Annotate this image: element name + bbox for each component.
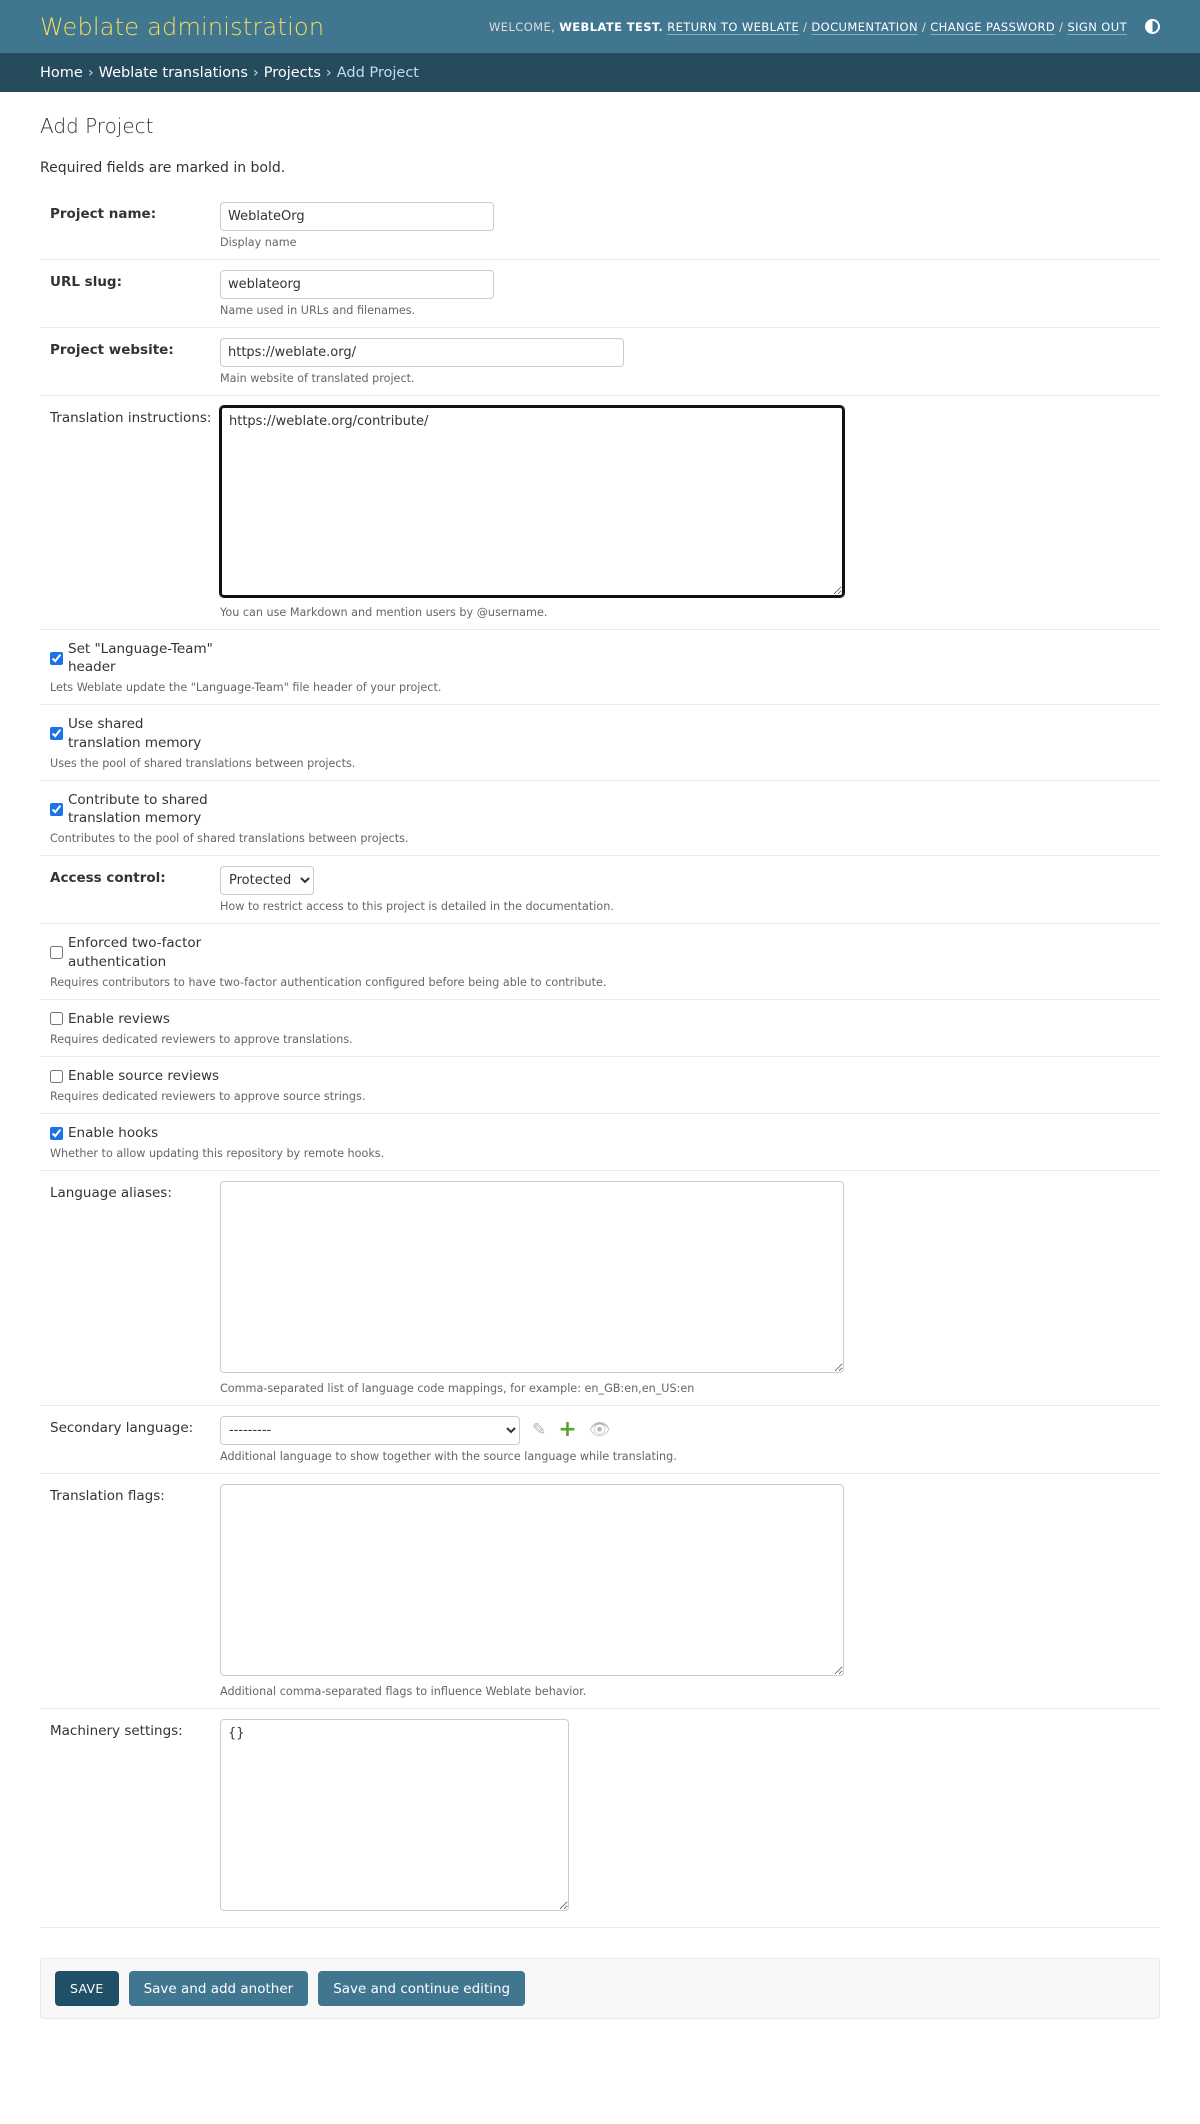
project-name-input[interactable] [220, 202, 494, 231]
form-row-enable-review: Enable reviews Requires dedicated review… [40, 1000, 1160, 1057]
form-row-secondary-language: Secondary language: --------- ✎ + 👁 Addi… [40, 1406, 1160, 1475]
slug-help: Name used in URLs and filenames. [220, 304, 416, 317]
admin-header: Weblate administration WELCOME, WEBLATE … [0, 0, 1200, 53]
pencil-icon[interactable]: ✎ [532, 1421, 546, 1439]
related-widget-actions: ✎ + 👁 [532, 1419, 610, 1441]
breadcrumb-projects[interactable]: Projects [264, 65, 321, 81]
separator: / [921, 19, 927, 34]
form-row-check-flags: Translation flags: Additional comma-sepa… [40, 1474, 1160, 1710]
language-aliases-textarea[interactable] [220, 1181, 844, 1374]
contribute-shared-tm-label: Contribute to shared translation memory [68, 791, 208, 827]
breadcrumb-home[interactable]: Home [40, 65, 83, 81]
instructions-help: You can use Markdown and mention users b… [220, 606, 548, 619]
form-row-access-control: Access control: Protected How to restric… [40, 856, 1160, 925]
set-language-team-help: Lets Weblate update the "Language-Team" … [50, 681, 442, 695]
web-help: Main website of translated project. [220, 372, 415, 385]
use-shared-tm-help: Uses the pool of shared translations bet… [50, 756, 356, 770]
username: WEBLATE TEST. [559, 19, 664, 34]
set-language-team-checkbox[interactable] [50, 651, 63, 665]
language-aliases-help: Comma-separated list of language code ma… [220, 1382, 695, 1396]
machinery-settings-textarea[interactable]: {} [220, 1719, 569, 1912]
url-slug-input[interactable] [220, 270, 494, 299]
enable-hooks-checkbox[interactable] [50, 1126, 63, 1140]
name-help: Display name [220, 236, 297, 249]
enable-hooks-help: Whether to allow updating this repositor… [50, 1147, 385, 1161]
form-row-instructions: Translation instructions: https://weblat… [40, 396, 1160, 630]
enforced-2fa-help: Requires contributors to have two-factor… [50, 975, 607, 989]
name-label: Project name: [50, 206, 157, 222]
breadcrumb: Home › Weblate translations › Projects ›… [0, 53, 1200, 92]
slug-label: URL slug: [50, 274, 122, 290]
theme-toggle-icon[interactable] [1145, 19, 1160, 34]
project-form: Project name: Display name URL slug: Nam… [40, 192, 1160, 1929]
translation-instructions-textarea[interactable]: https://weblate.org/contribute/ [219, 405, 845, 598]
required-note: Required fields are marked in bold. [40, 160, 286, 176]
plus-icon[interactable]: + [558, 1419, 576, 1441]
user-tools: WELCOME, WEBLATE TEST. RETURN TO WEBLATE… [489, 19, 1160, 34]
save-button[interactable]: SAVE [55, 1971, 119, 2007]
change-password-link[interactable]: CHANGE PASSWORD [930, 20, 1055, 34]
welcome-text: WELCOME, [489, 19, 556, 34]
form-row-contribute-shared-tm: Contribute to shared translation memory … [40, 781, 1160, 857]
contribute-shared-tm-checkbox[interactable] [50, 802, 63, 816]
form-row-language-aliases: Language aliases: Comma-separated list o… [40, 1171, 1160, 1407]
eye-icon[interactable]: 👁 [589, 1421, 611, 1439]
machinery-settings-label: Machinery settings: [50, 1723, 183, 1740]
save-and-add-another-button[interactable]: Save and add another [128, 1971, 309, 2007]
instructions-label: Translation instructions: [50, 410, 212, 426]
separator: / [803, 19, 808, 34]
secondary-language-help: Additional language to show together wit… [220, 1450, 677, 1464]
source-review-checkbox[interactable] [50, 1069, 63, 1083]
form-row-enforced-2fa: Enforced two-factor authentication Requi… [40, 924, 1160, 1000]
check-flags-help: Additional comma-separated flags to infl… [220, 1685, 587, 1699]
form-row-name: Project name: Display name [40, 192, 1160, 260]
form-row-web: Project website: Main website of transla… [40, 328, 1160, 396]
separator: / [1059, 19, 1064, 34]
language-aliases-label: Language aliases: [50, 1185, 172, 1202]
enforced-2fa-checkbox[interactable] [50, 946, 63, 960]
documentation-link[interactable]: DOCUMENTATION [811, 20, 918, 34]
enable-review-label: Enable reviews [68, 1010, 170, 1027]
save-and-continue-button[interactable]: Save and continue editing [318, 1971, 526, 2007]
access-control-help: How to restrict access to this project i… [220, 900, 614, 914]
breadcrumb-separator: › [252, 64, 259, 81]
translation-flags-textarea[interactable] [220, 1484, 844, 1677]
secondary-language-select[interactable]: --------- [220, 1416, 520, 1446]
contribute-shared-tm-help: Contributes to the pool of shared transl… [50, 832, 409, 846]
page-title: Add Project [40, 114, 154, 138]
enable-review-checkbox[interactable] [50, 1012, 63, 1026]
form-row-enable-hooks: Enable hooks Whether to allow updating t… [40, 1114, 1160, 1172]
use-shared-tm-checkbox[interactable] [50, 727, 63, 741]
source-review-help: Requires dedicated reviewers to approve … [50, 1090, 366, 1104]
form-row-use-shared-tm: Use shared translation memory Uses the p… [40, 705, 1160, 781]
return-to-weblate-link[interactable]: RETURN TO WEBLATE [667, 20, 799, 34]
web-label: Project website: [50, 342, 174, 358]
form-row-set-language-team: Set "Language-Team" header Lets Weblate … [40, 630, 1160, 706]
use-shared-tm-label: Use shared translation memory [68, 716, 202, 751]
project-website-input[interactable] [220, 338, 624, 367]
access-control-select[interactable]: Protected [220, 866, 314, 896]
form-row-slug: URL slug: Name used in URLs and filename… [40, 260, 1160, 328]
breadcrumb-separator: › [87, 64, 94, 81]
form-row-source-review: Enable source reviews Requires dedicated… [40, 1057, 1160, 1115]
sign-out-link[interactable]: SIGN OUT [1067, 20, 1127, 34]
access-control-label: Access control: [50, 870, 166, 887]
form-row-machinery-settings: Machinery settings: {} [40, 1709, 1160, 1929]
breadcrumb-separator: › [325, 64, 332, 81]
set-language-team-label: Set "Language-Team" header [68, 641, 213, 676]
breadcrumb-current: Add Project [336, 64, 419, 81]
main-content: Add Project Required fields are marked i… [0, 114, 1200, 2020]
secondary-language-label: Secondary language: [50, 1420, 194, 1437]
enforced-2fa-label: Enforced two-factor authentication [68, 935, 202, 970]
source-review-label: Enable source reviews [68, 1067, 220, 1084]
check-flags-label: Translation flags: [50, 1488, 165, 1505]
site-branding[interactable]: Weblate administration [40, 13, 324, 41]
enable-hooks-label: Enable hooks [68, 1125, 159, 1142]
enable-review-help: Requires dedicated reviewers to approve … [50, 1032, 353, 1046]
breadcrumb-weblate-translations[interactable]: Weblate translations [99, 65, 248, 81]
submit-row: SAVE Save and add another Save and conti… [40, 1958, 1160, 2020]
